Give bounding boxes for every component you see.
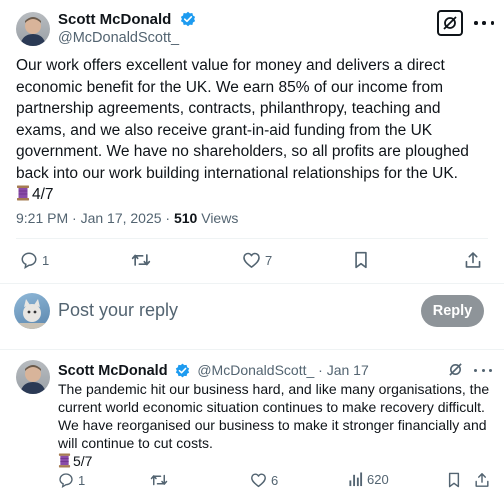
reply-date[interactable]: · Jan 17 [314, 362, 369, 378]
reply-share-action[interactable] [474, 472, 490, 488]
divider [16, 238, 488, 239]
reply-icon [21, 252, 37, 269]
reply-reply-count: 1 [78, 472, 86, 488]
tweet-text: Our work offers excellent value for mone… [16, 55, 490, 206]
reply-author-handle[interactable]: @McDonaldScott_ [197, 362, 314, 378]
divider [0, 283, 504, 284]
author-name[interactable]: Scott McDonald [58, 11, 171, 28]
retweet-action[interactable] [131, 251, 155, 269]
reply-author-avatar[interactable] [16, 360, 50, 394]
reply-like-action[interactable]: 6 [250, 472, 278, 488]
reply-icon [59, 473, 73, 488]
analytics-icon [349, 472, 363, 487]
heart-icon [243, 252, 260, 268]
retweet-icon [131, 254, 151, 266]
like-action[interactable]: 7 [242, 251, 272, 269]
like-count: 7 [265, 252, 273, 268]
retweet-icon [150, 474, 168, 486]
heart-icon [251, 473, 266, 488]
bookmark-action[interactable] [353, 251, 369, 269]
reply-body: The pandemic hit our business hard, and … [58, 381, 490, 451]
views-label: Views [197, 210, 239, 226]
bookmark-icon [355, 251, 367, 269]
share-icon [465, 252, 481, 268]
reply-author-name[interactable]: Scott McDonald [58, 363, 168, 379]
viewer-avatar[interactable] [14, 293, 50, 329]
reply-more-options-icon[interactable] [474, 365, 492, 375]
tweet-body: Our work offers excellent value for mone… [16, 57, 469, 182]
reply-views-count: 620 [367, 472, 389, 487]
reply-reply-action[interactable]: 1 [58, 472, 85, 488]
grok-icon [443, 16, 457, 30]
bookmark-icon [448, 472, 460, 488]
tweet-metadata: 9:21 PM · Jan 17, 2025 · 510 Views [16, 210, 238, 226]
thread-spool-icon [17, 185, 29, 201]
reply-bookmark-action[interactable] [447, 472, 461, 488]
avatar-portrait-icon [20, 17, 46, 46]
more-options-icon[interactable] [474, 14, 494, 32]
verified-badge-icon [180, 11, 195, 27]
reply-grok-icon[interactable] [448, 362, 463, 382]
share-action[interactable] [464, 251, 482, 269]
reply-like-count: 6 [271, 472, 279, 488]
reply-views-action[interactable]: 620 [348, 472, 389, 487]
views-count: 510 [173, 210, 198, 226]
reply-input[interactable]: Post your reply [58, 300, 178, 321]
verified-badge-icon [176, 363, 190, 378]
viewer-avatar-image-icon [14, 299, 50, 329]
reply-retweet-action[interactable] [150, 472, 168, 488]
grok-button[interactable] [437, 10, 463, 36]
divider [0, 349, 504, 350]
author-avatar[interactable] [16, 12, 50, 46]
reply-tweet-text: The pandemic hit our business hard, and … [58, 380, 494, 470]
author-handle[interactable]: @McDonaldScott_ [58, 30, 179, 46]
thread-counter: 4/7 [32, 186, 54, 203]
reply-button[interactable]: Reply [421, 295, 484, 327]
reply-author-row: Scott McDonald @McDonaldScott_ · Jan 17 [58, 362, 369, 379]
timestamp[interactable]: 9:21 PM · Jan 17, 2025 · [16, 210, 174, 226]
avatar-portrait-icon [20, 365, 46, 394]
reply-action[interactable]: 1 [20, 251, 49, 269]
thread-spool-icon [58, 453, 71, 468]
share-icon [475, 473, 489, 487]
author-name-row: Scott McDonald [58, 11, 196, 29]
reply-count: 1 [42, 252, 50, 268]
reply-thread-counter: 5/7 [73, 453, 93, 469]
